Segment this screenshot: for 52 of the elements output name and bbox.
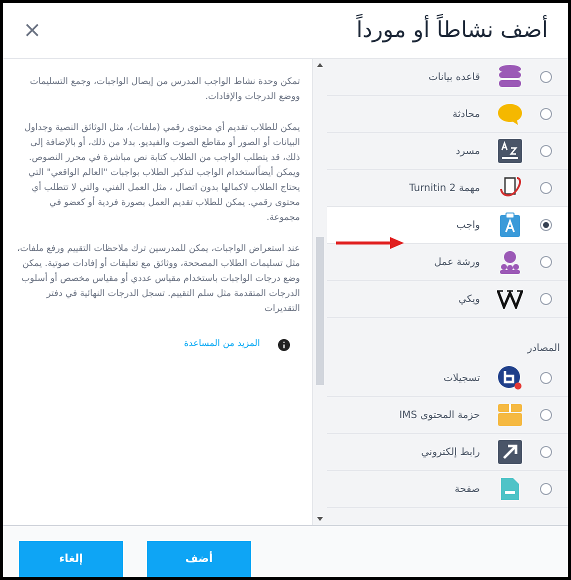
circle-b-icon bbox=[497, 365, 523, 391]
radio-button[interactable] bbox=[540, 293, 552, 305]
activity-option[interactable]: صفحة bbox=[327, 471, 568, 508]
option-label: صفحة bbox=[454, 482, 480, 496]
info-icon bbox=[276, 337, 292, 353]
option-label: محادثة bbox=[452, 108, 480, 122]
option-label: واجب bbox=[456, 218, 480, 232]
description-paragraph: يمكن للطلاب تقديم أي محتوى رقمي (ملفات)، مثل الوثائق النصية وجداول البيانات أو الصور أو مقاطع الصوت والفيديو. بدلا من ذلك، أو بالإضافة إلى ذلك، قد يتطلب الواجب من الطلاب كتابة نص مباشرة في محرر النصوص. ويمكن أيضاًاستخدام الواجب لتذكير الطلاب بواجبات "العالم الواقعي" التي يحتاج الطلاب لاكمالها بدون اتصال ، مثل العمل الفني، والتي لا تتطلب أي محتوى رقمي. يمكن للطلاب تقديم العمل بصورة فردية أو كعضو في مجموعة. bbox=[23, 121, 300, 225]
activity-option[interactable]: مسرد bbox=[327, 133, 568, 170]
description-paragraph: تمكن وحدة نشاط الواجب المدرس من إيصال الواجبات، وجمع التسليمات ووضع الدرجات والإفادات. bbox=[28, 76, 300, 104]
activity-option[interactable]: ويكي bbox=[327, 281, 568, 318]
dialog-title: أضف نشاطاً أو مورداً bbox=[356, 14, 548, 47]
glossary-icon bbox=[498, 139, 522, 163]
option-label: تسجيلات bbox=[443, 372, 480, 386]
option-label: حزمة المحتوى IMS bbox=[399, 408, 480, 422]
wiki-icon bbox=[497, 289, 523, 309]
scrollbar-thumb[interactable] bbox=[316, 237, 324, 385]
radio-button[interactable] bbox=[540, 219, 552, 231]
radio-button[interactable] bbox=[540, 372, 552, 384]
radio-button[interactable] bbox=[540, 145, 552, 157]
clipboard-icon bbox=[499, 212, 521, 238]
description-paragraph: عند استعراض الواجبات، يمكن للمدرسين ترك ملاحظات التقييم ورفع ملفات، مثل تسليمات الطلاب المصححة، ووثائق مع تعليقات أو إفادات صوتية. يمكن وضع درجات الواجبات باستخدام مقياس عددي أو مقياس مخصص أو أسلوب الدرجات المتقدمة مثل سلم التقييم. تسجل الدرجات النهائية في دفتر التقديرات bbox=[16, 243, 300, 316]
people-icon bbox=[497, 249, 523, 275]
activity-option[interactable]: قاعده بيانات bbox=[327, 59, 568, 96]
radio-button[interactable] bbox=[540, 483, 552, 495]
radio-button[interactable] bbox=[540, 182, 552, 194]
page-icon bbox=[500, 477, 520, 501]
scroll-up-icon[interactable] bbox=[317, 63, 323, 67]
activity-option[interactable]: رابط إلكتروني bbox=[327, 434, 568, 471]
pointer-arrow bbox=[336, 235, 406, 251]
option-label: قاعده بيانات bbox=[428, 70, 480, 84]
option-label: مسرد bbox=[456, 144, 480, 158]
database-icon bbox=[497, 64, 523, 90]
package-icon bbox=[497, 403, 523, 427]
activity-option[interactable]: حزمة المحتوى IMS bbox=[327, 397, 568, 434]
activity-option[interactable]: واجب bbox=[327, 207, 568, 244]
activity-option[interactable]: تسجيلات bbox=[327, 360, 568, 397]
close-button[interactable]: × bbox=[23, 20, 42, 42]
option-label: ويكي bbox=[458, 292, 480, 306]
scroll-down-icon[interactable] bbox=[317, 517, 323, 521]
radio-button[interactable] bbox=[540, 446, 552, 458]
radio-button[interactable] bbox=[540, 108, 552, 120]
section-heading: المصادر bbox=[527, 342, 560, 356]
radio-button[interactable] bbox=[540, 409, 552, 421]
radio-button[interactable] bbox=[540, 71, 552, 83]
activity-option[interactable]: ورشة عمل bbox=[327, 244, 568, 281]
radio-button[interactable] bbox=[540, 256, 552, 268]
activity-option[interactable]: محادثة bbox=[327, 96, 568, 133]
option-label: ورشة عمل bbox=[434, 256, 480, 270]
speech-bubble-icon bbox=[496, 102, 524, 126]
option-label: رابط إلكتروني bbox=[421, 446, 480, 460]
option-label: مهمة Turnitin 2 bbox=[409, 182, 480, 196]
